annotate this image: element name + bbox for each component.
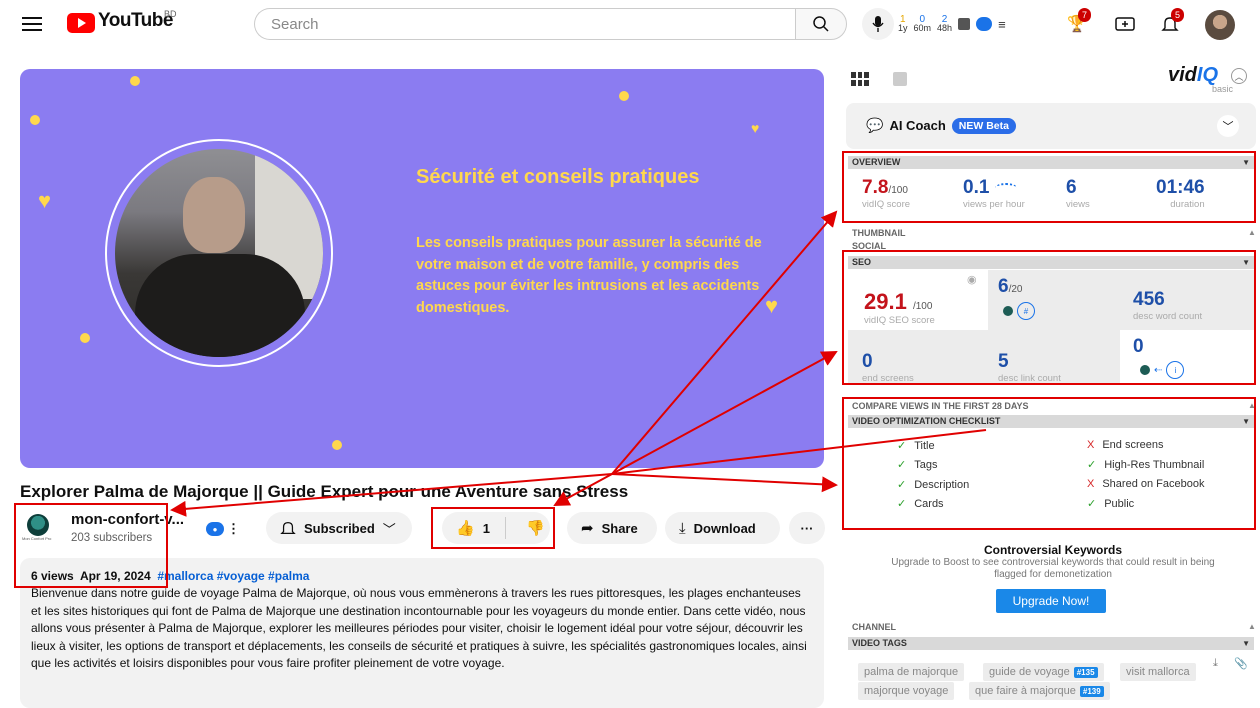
vidiq-stat-1y[interactable]: 1 1y — [898, 15, 908, 33]
kebab-icon[interactable]: ⋮ — [227, 521, 240, 537]
vidiq-eye-icon: ● — [206, 522, 224, 536]
chevron-down-icon[interactable]: ﹀ — [1217, 115, 1239, 137]
annotation-box-like — [431, 507, 555, 549]
decor-heart-icon: ♥ — [765, 293, 779, 318]
vidiq-logo: vidIQ — [1168, 64, 1219, 86]
slide-title: Sécurité et conseils pratiques — [416, 166, 700, 188]
decor-dot — [130, 76, 140, 86]
search-input[interactable]: Search — [254, 8, 796, 40]
paperclip-icon[interactable]: 📎 — [1234, 657, 1248, 670]
presenter-photo — [115, 149, 323, 357]
decor-dot — [30, 115, 40, 125]
subscribed-button[interactable]: Subscribed ﹀ — [266, 512, 412, 544]
chevron-down-icon: ﹀ — [382, 521, 396, 537]
vidiq-toolbar[interactable]: 1 1y 0 60m 2 48h ≡ — [898, 11, 1006, 37]
download-button[interactable]: ⤓ Download — [665, 512, 780, 544]
video-tag[interactable]: que faire à majorque #139 — [969, 682, 1110, 700]
chart-view-icon[interactable] — [893, 72, 907, 86]
decor-heart-icon: ♥ — [751, 120, 760, 136]
notifications-bell-icon[interactable]: 5 — [1158, 8, 1184, 36]
vidiq-chart-icon[interactable] — [958, 18, 971, 30]
youtube-logo-icon[interactable] — [67, 13, 95, 33]
social-section-header[interactable]: SOCIAL — [852, 241, 886, 249]
vidiq-stat-60m[interactable]: 0 60m — [914, 15, 932, 33]
chat-bubble-icon: 💬 — [866, 117, 884, 133]
user-avatar[interactable] — [1205, 10, 1235, 40]
video-tags-header[interactable]: VIDEO TAGS ▼ — [848, 637, 1254, 650]
video-tag[interactable]: guide de voyage #135 — [983, 663, 1104, 681]
share-button[interactable]: ➦ Share — [567, 512, 657, 544]
annotation-box-seo — [842, 250, 1256, 385]
ai-coach-header: 💬 AI Coach NEW Beta — [866, 117, 1016, 134]
decor-heart-icon: ♥ — [38, 188, 52, 213]
download-tags-icon[interactable]: ⤓ — [1213, 657, 1218, 670]
vidiq-channel-button[interactable]: ● ⋮ — [206, 516, 244, 542]
more-icon: ··· — [800, 520, 814, 536]
annotation-box-channel — [14, 503, 168, 588]
voice-search-button[interactable] — [862, 8, 894, 40]
decor-dot — [332, 440, 342, 450]
slide-text: Les conseils pratiques pour assurer la s… — [416, 235, 762, 316]
subscribed-label: Subscribed — [304, 520, 375, 536]
search-placeholder: Search — [271, 15, 319, 33]
download-icon: ⤓ — [679, 519, 686, 537]
controversial-keywords-title: Controversial Keywords — [983, 543, 1123, 557]
share-label: Share — [601, 520, 638, 536]
arrow-to-checklist — [611, 473, 838, 493]
ai-coach-label: AI Coach — [889, 118, 946, 133]
video-tag[interactable]: visit mallorca — [1120, 663, 1196, 681]
ai-coach-badge: NEW Beta — [951, 117, 1016, 134]
country-code: BD — [164, 9, 177, 19]
decor-dot — [619, 91, 629, 101]
download-label: Download — [693, 520, 756, 536]
microphone-icon — [872, 16, 884, 32]
search-icon — [813, 16, 829, 32]
menu-icon[interactable] — [20, 12, 44, 36]
vidiq-stat-48h[interactable]: 2 48h — [937, 15, 952, 33]
notification-count-badge: 5 — [1170, 8, 1184, 22]
collapse-panel-icon[interactable]: ︿ — [1231, 68, 1247, 84]
vidiq-eye-icon[interactable] — [976, 17, 993, 31]
controversial-keywords-subtitle: Upgrade to Boost to see controversial ke… — [891, 557, 1215, 580]
share-arrow-icon: ➦ — [581, 520, 594, 537]
channel-section-header[interactable]: CHANNEL ▲ — [852, 622, 1256, 632]
vidiq-plan-label: basic — [1212, 84, 1234, 94]
upgrade-now-button[interactable]: Upgrade Now! — [996, 589, 1106, 613]
video-player[interactable]: ♥ ♥ ♥ Sécurité et conseils pratiques Les… — [20, 69, 824, 468]
trophy-icon[interactable]: 🏆 7 — [1065, 8, 1091, 36]
top-bar: YouTube BD Search 1 1y 0 60m 2 48h ≡ 🏆 7 5 — [0, 0, 1260, 48]
decor-dot — [80, 333, 90, 343]
youtube-logo-text[interactable]: YouTube — [98, 10, 173, 32]
video-tag[interactable]: palma de majorque — [858, 663, 965, 681]
hashtag-links[interactable]: #mallorca #voyage #palma — [157, 569, 309, 583]
search-button[interactable] — [795, 8, 847, 40]
annotation-box-checklist — [842, 397, 1256, 530]
achievement-badge: 7 — [1077, 8, 1091, 22]
video-title: Explorer Palma de Majorque || Guide Expe… — [20, 482, 629, 501]
bell-icon — [280, 522, 296, 534]
description-text: Bienvenue dans notre guide de voyage Pal… — [31, 586, 807, 670]
thumbnail-section-header[interactable]: THUMBNAIL ▲ — [852, 228, 1256, 238]
more-actions-button[interactable]: ··· — [789, 512, 825, 544]
vidiq-list-icon[interactable]: ≡ — [998, 17, 1006, 32]
create-video-icon[interactable] — [1113, 12, 1137, 36]
video-tag[interactable]: majorque voyage — [858, 682, 955, 700]
grid-view-icon[interactable] — [851, 72, 869, 86]
annotation-box-overview — [842, 151, 1256, 223]
